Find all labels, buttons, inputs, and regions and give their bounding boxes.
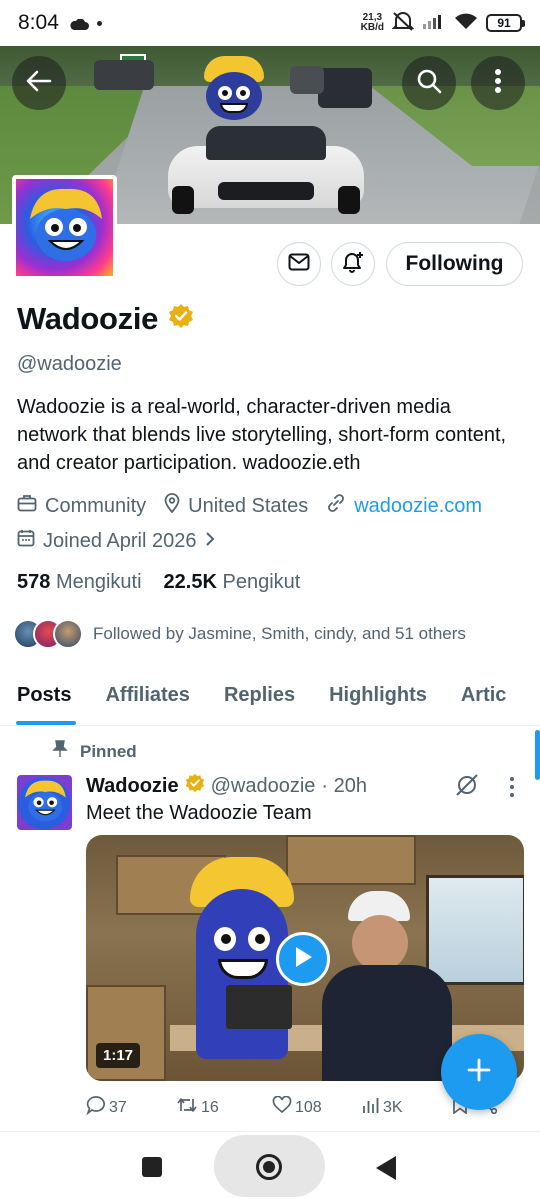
cloud-icon (69, 18, 89, 30)
tweet-author-handle[interactable]: @wadoozie (211, 775, 316, 798)
following-button[interactable]: Following (386, 242, 523, 286)
profile-display-name: Wadoozie (17, 301, 194, 337)
website-link[interactable]: wadoozie.com (354, 495, 482, 518)
pin-icon (52, 740, 68, 763)
followed-by-text: Followed by Jasmine, Smith, cindy, and 5… (93, 624, 466, 643)
search-icon (416, 68, 442, 99)
status-time: 8:04 (18, 11, 59, 34)
pinned-label: Pinned (52, 740, 137, 763)
profile-avatar[interactable] (12, 175, 117, 280)
status-bar: 8:04 21,3 KB/d 91 (0, 0, 540, 46)
back-button[interactable] (12, 56, 66, 110)
grok-button[interactable] (455, 773, 479, 802)
play-button[interactable] (276, 932, 330, 986)
mute-alarm-icon (391, 11, 415, 36)
profile-joined-row[interactable]: Joined April 2026 (17, 529, 234, 553)
person (322, 891, 452, 1081)
search-button[interactable] (402, 56, 456, 110)
profile-bio: Wadoozie is a real-world, character-driv… (17, 396, 507, 474)
chevron-right-icon (204, 530, 216, 553)
following-count[interactable]: 578 Mengikuti (17, 571, 142, 594)
arrow-left-icon (26, 70, 52, 97)
like-button[interactable]: 108 (272, 1095, 362, 1119)
more-vertical-icon (494, 68, 502, 99)
network-speed: 21,3 KB/d (360, 12, 384, 33)
notifications-button[interactable] (331, 242, 375, 286)
mascot-avatar-art (17, 775, 72, 830)
signal-icon (422, 12, 446, 35)
tweet-author-name[interactable]: Wadoozie (86, 775, 179, 798)
link-icon (326, 493, 346, 519)
message-button[interactable] (277, 242, 321, 286)
follow-counts: 578 Mengikuti 22.5K Pengikut (17, 571, 300, 594)
reply-icon (86, 1095, 106, 1120)
views-count: 3K (383, 1098, 403, 1116)
profile-meta-row: Community United States wadoozie.com (17, 493, 500, 519)
tab-highlights[interactable]: Highlights (312, 670, 444, 725)
mascot-avatar-art (30, 188, 102, 261)
system-nav-bar (0, 1131, 540, 1199)
reply-count: 37 (109, 1098, 127, 1116)
profile-handle: @wadoozie (17, 353, 122, 375)
tab-replies[interactable]: Replies (207, 670, 312, 725)
scrollbar[interactable] (535, 730, 540, 780)
views-button[interactable]: 3K (362, 1096, 452, 1119)
bell-plus-icon (340, 250, 366, 279)
notification-dot-icon (96, 20, 102, 26)
tweet-time: · 20h (321, 774, 367, 797)
followed-by-row[interactable]: Followed by Jasmine, Smith, cindy, and 5… (13, 619, 466, 649)
heart-icon (272, 1095, 292, 1119)
tweet-author-avatar[interactable] (17, 775, 72, 830)
tweet-header: Wadoozie @wadoozie · 20h (86, 773, 367, 799)
battery-icon: 91 (486, 14, 525, 32)
tweet-more-button[interactable] (500, 776, 524, 803)
play-icon (292, 945, 314, 974)
grok-icon (455, 774, 479, 801)
briefcase-icon (17, 494, 37, 518)
repost-count: 16 (201, 1098, 219, 1116)
tweet-text: Meet the Wadoozie Team (86, 802, 312, 824)
envelope-icon (288, 253, 310, 276)
location-pin-icon (164, 493, 180, 519)
profile-joined[interactable]: Joined April 2026 (17, 529, 216, 553)
system-back-button[interactable] (376, 1156, 396, 1180)
profile-website[interactable]: wadoozie.com (326, 493, 482, 519)
mascot-character (200, 56, 268, 122)
verified-badge-icon[interactable] (168, 301, 194, 337)
verified-badge-icon (185, 773, 205, 799)
compose-button[interactable] (441, 1034, 517, 1110)
wifi-icon (454, 12, 478, 35)
profile-location: United States (164, 493, 308, 519)
follower-avatars (13, 619, 83, 649)
like-count: 108 (295, 1098, 322, 1116)
calendar-icon (17, 529, 35, 553)
plus-icon (466, 1057, 492, 1088)
tab-affiliates[interactable]: Affiliates (88, 670, 206, 725)
recents-button[interactable] (142, 1157, 162, 1177)
bar-chart-icon (362, 1096, 380, 1119)
reply-button[interactable]: 37 (86, 1095, 176, 1120)
home-button[interactable] (256, 1154, 282, 1180)
repost-icon (176, 1096, 198, 1119)
followers-count[interactable]: 22.5K Pengikut (164, 571, 301, 594)
tab-articles[interactable]: Artic (444, 670, 524, 725)
more-options-button[interactable] (471, 56, 525, 110)
avatar (53, 619, 83, 649)
video-duration: 1:17 (96, 1043, 141, 1068)
profile-category: Community (17, 494, 146, 518)
repost-button[interactable]: 16 (176, 1096, 272, 1119)
more-vertical-icon (500, 777, 524, 802)
sports-car (168, 116, 364, 216)
profile-tabs: Posts Affiliates Replies Highlights Arti… (0, 670, 540, 726)
tab-posts[interactable]: Posts (0, 670, 88, 725)
